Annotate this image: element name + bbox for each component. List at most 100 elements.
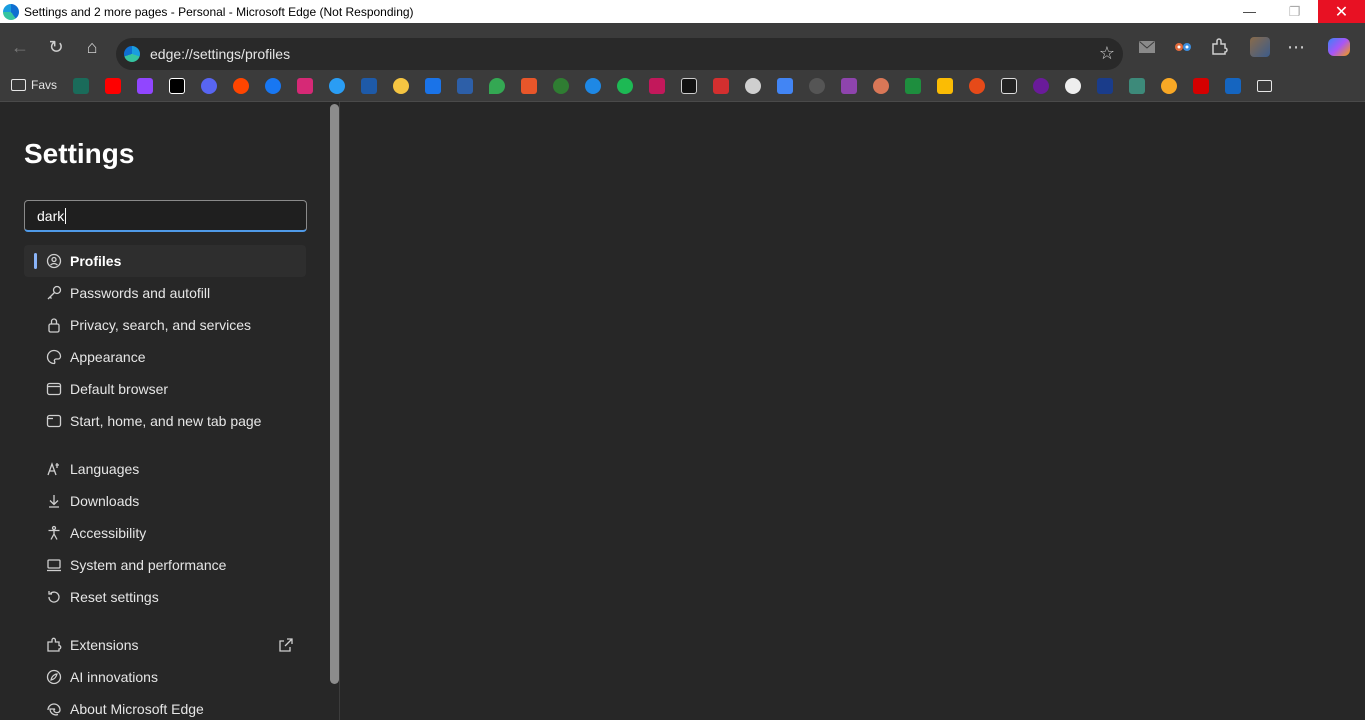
favorite-star-icon[interactable]: ☆ [1099, 43, 1115, 64]
key-icon [46, 285, 62, 301]
sidebar-item-label: About Microsoft Edge [70, 701, 204, 717]
extension-eyes-icon[interactable] [1169, 33, 1197, 61]
window-title: Settings and 2 more pages - Personal - M… [24, 4, 414, 19]
facebook-icon[interactable] [265, 78, 281, 94]
minimize-button[interactable]: — [1227, 0, 1272, 23]
edge-page-icon [124, 46, 140, 62]
maximize-button[interactable]: ❐ [1272, 0, 1317, 23]
copilot-icon[interactable] [1325, 33, 1353, 61]
sidebar-item-start-home-newtab[interactable]: Start, home, and new tab page [24, 405, 306, 437]
youtube-icon[interactable] [105, 78, 121, 94]
sidebar-item-label: Default browser [70, 381, 169, 397]
address-bar[interactable]: edge://settings/profiles ☆ [116, 38, 1123, 70]
favorite-site-35-icon[interactable] [1161, 78, 1177, 94]
active-indicator [34, 253, 37, 269]
mail-icon[interactable] [1133, 33, 1161, 61]
sidebar-item-extensions[interactable]: Extensions [24, 629, 306, 661]
sidebar-item-accessibility[interactable]: Accessibility [24, 517, 306, 549]
gemini-icon[interactable] [777, 78, 793, 94]
favorite-site-30-icon[interactable] [1001, 78, 1017, 94]
sidebar-item-passwords[interactable]: Passwords and autofill [24, 277, 306, 309]
favorite-site-13-icon[interactable] [457, 78, 473, 94]
search-input-value: dark [37, 207, 65, 224]
wordsearch-icon[interactable] [361, 78, 377, 94]
favorite-site-36-icon[interactable] [1193, 78, 1209, 94]
x-icon[interactable] [169, 78, 185, 94]
sidebar-item-label: Passwords and autofill [70, 285, 211, 301]
favorites-folder[interactable]: Favs [11, 78, 57, 92]
sidebar-item-label: AI innovations [70, 669, 158, 685]
text-caret [65, 207, 67, 224]
favorite-site-25-icon[interactable] [841, 78, 857, 94]
sidebar-item-label: Downloads [70, 493, 140, 509]
favorite-site-15-icon[interactable] [521, 78, 537, 94]
favorite-site-29-icon[interactable] [969, 78, 985, 94]
favorite-site-19-icon[interactable] [649, 78, 665, 94]
lightbulb-icon[interactable] [393, 78, 409, 94]
sidebar-item-label: Accessibility [70, 525, 147, 541]
sidebar-item-label: Reset settings [70, 589, 159, 605]
home-button[interactable]: ⌂ [78, 33, 106, 61]
browser-window-icon [46, 381, 62, 397]
favorite-site-37-icon[interactable] [1225, 78, 1241, 94]
sidebar-item-label: Start, home, and new tab page [70, 413, 262, 429]
sidebar-item-downloads[interactable]: Downloads [24, 485, 306, 517]
profile-avatar-icon[interactable] [1246, 33, 1274, 61]
favorite-site-21-icon[interactable] [713, 78, 729, 94]
favorites-folder-label: Favs [31, 78, 58, 92]
favorite-site-34-icon[interactable] [1129, 78, 1145, 94]
palette-icon [46, 349, 62, 365]
sidebar-item-label: Appearance [70, 349, 146, 365]
favorite-site-33-icon[interactable] [1097, 78, 1113, 94]
reddit-icon[interactable] [233, 78, 249, 94]
back-button[interactable]: ← [6, 33, 34, 61]
favorite-site-24-icon[interactable] [809, 78, 825, 94]
shield-icon[interactable] [425, 78, 441, 94]
chatgpt-icon[interactable] [745, 78, 761, 94]
address-url[interactable]: edge://settings/profiles [150, 46, 290, 62]
other-favorites-folder-icon[interactable] [1257, 80, 1272, 92]
settings-search-input[interactable]: dark [24, 200, 307, 232]
folder-icon [11, 79, 26, 91]
sidebar-item-ai-innovations[interactable]: AI innovations [24, 661, 306, 693]
sidebar-item-profiles[interactable]: Profiles [24, 245, 306, 277]
favorite-site-17-icon[interactable] [585, 78, 601, 94]
sidebar-item-appearance[interactable]: Appearance [24, 341, 306, 373]
sidebar-item-privacy[interactable]: Privacy, search, and services [24, 309, 306, 341]
more-options-button[interactable]: ⋯ [1282, 33, 1310, 61]
discord-icon[interactable] [201, 78, 217, 94]
favorite-site-16-icon[interactable] [553, 78, 569, 94]
sidebar-item-about-edge[interactable]: About Microsoft Edge [24, 693, 306, 720]
laptop-icon [46, 557, 62, 573]
ai-sparkle-icon [46, 669, 62, 685]
accessibility-icon [46, 525, 62, 541]
title-bar: Settings and 2 more pages - Personal - M… [0, 0, 1365, 23]
sidebar-scrollbar[interactable] [330, 104, 339, 684]
github-icon[interactable] [1065, 78, 1081, 94]
sidebar-item-reset-settings[interactable]: Reset settings [24, 581, 306, 613]
sidebar-item-default-browser[interactable]: Default browser [24, 373, 306, 405]
browser-toolbar: ← ↻ ⌂ edge://settings/profiles ☆ ⋯ [0, 23, 1365, 71]
puzzle-icon [46, 637, 62, 653]
settings-sidebar: Settings dark Profiles Passwords and aut… [0, 102, 340, 720]
favorite-site-27-icon[interactable] [905, 78, 921, 94]
extensions-puzzle-icon[interactable] [1205, 33, 1233, 61]
favorite-site-20-icon[interactable] [681, 78, 697, 94]
favorite-site-28-icon[interactable] [937, 78, 953, 94]
sidebar-item-label: Extensions [70, 637, 139, 653]
twitch-icon[interactable] [137, 78, 153, 94]
open-external-icon [278, 637, 294, 656]
refresh-button[interactable]: ↻ [42, 33, 70, 61]
spotify-icon[interactable] [617, 78, 633, 94]
edge-logo-icon [46, 701, 62, 717]
close-button[interactable]: ✕ [1318, 0, 1365, 23]
maps-icon[interactable] [489, 78, 505, 94]
claude-icon[interactable] [873, 78, 889, 94]
instagram-icon[interactable] [297, 78, 313, 94]
favorite-site-1-icon[interactable] [73, 78, 89, 94]
sidebar-item-system-performance[interactable]: System and performance [24, 549, 306, 581]
favorite-site-9-icon[interactable] [329, 78, 345, 94]
sidebar-item-languages[interactable]: Languages [24, 453, 306, 485]
languages-icon [46, 461, 62, 477]
favorite-site-31-icon[interactable] [1033, 78, 1049, 94]
